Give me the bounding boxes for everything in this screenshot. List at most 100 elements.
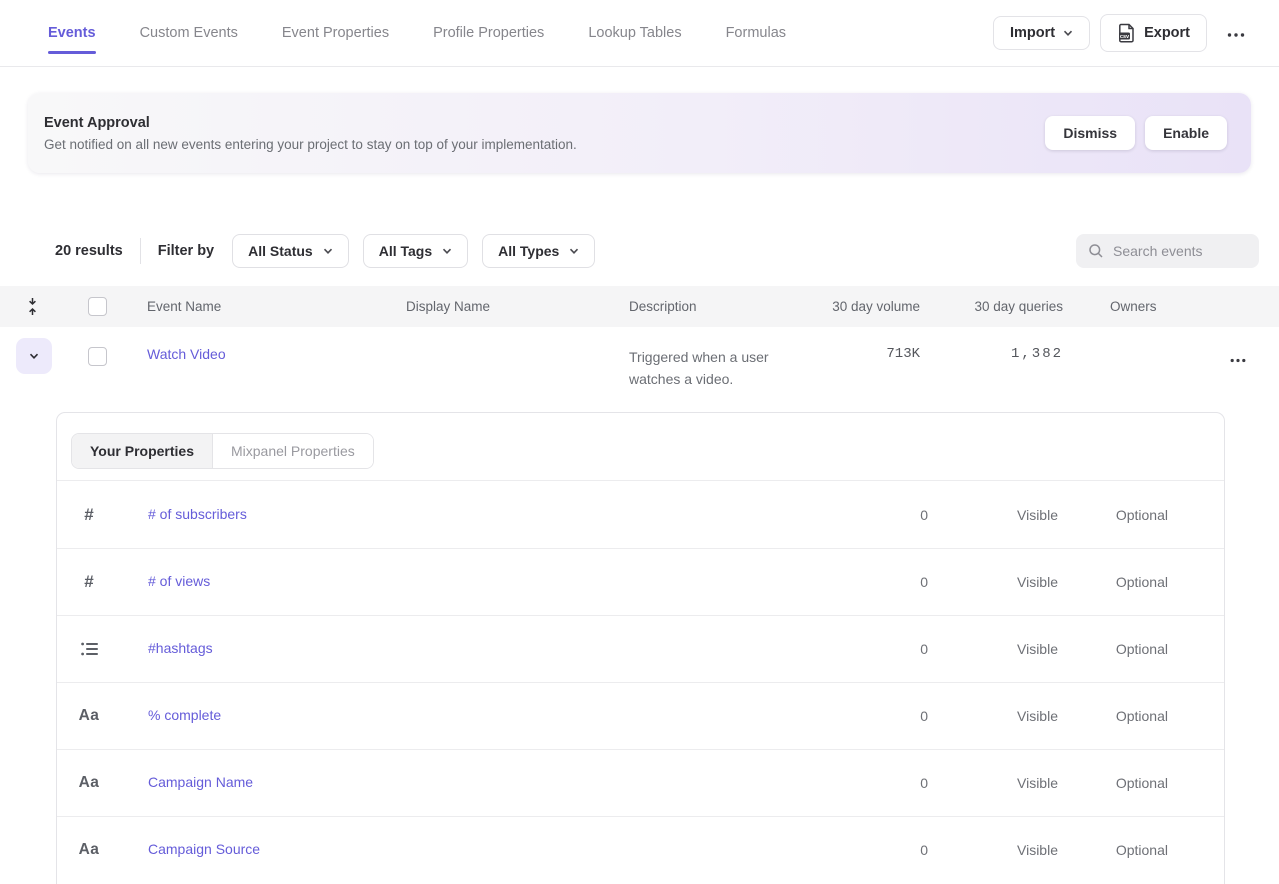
banner-title: Event Approval — [44, 115, 577, 131]
event-display-name — [406, 327, 629, 346]
property-value: 0 — [808, 507, 928, 523]
tab-events[interactable]: Events — [48, 0, 96, 66]
types-filter-label: All Types — [498, 243, 559, 259]
property-name-link[interactable]: Campaign Name — [148, 774, 253, 790]
text-type-icon: Aa — [57, 707, 121, 725]
types-filter-dropdown[interactable]: All Types — [482, 234, 595, 268]
export-button[interactable]: csv Export — [1100, 14, 1207, 52]
property-visibility: Visible — [928, 775, 1058, 791]
property-row: # # of views 0 Visible Optional — [57, 548, 1224, 615]
event-owners — [1063, 327, 1230, 346]
chevron-down-icon — [569, 246, 579, 256]
chevron-down-icon — [29, 351, 39, 361]
event-name-link[interactable]: Watch Video — [147, 346, 226, 362]
properties-panel: Your Properties Mixpanel Properties # # … — [56, 412, 1225, 884]
enable-button[interactable]: Enable — [1145, 116, 1227, 150]
filter-by-label: Filter by — [158, 243, 214, 259]
column-30-day-volume[interactable]: 30 day volume — [820, 299, 920, 314]
svg-text:csv: csv — [1120, 34, 1130, 40]
column-description[interactable]: Description — [629, 299, 820, 314]
event-30-day-volume: 713K — [820, 327, 920, 362]
tab-profile-properties[interactable]: Profile Properties — [433, 0, 544, 66]
property-visibility: Visible — [928, 507, 1058, 523]
export-button-label: Export — [1144, 25, 1190, 41]
results-count: 20 results — [55, 243, 123, 259]
event-description: Triggered when a user watches a video. — [629, 327, 820, 391]
tab-custom-events[interactable]: Custom Events — [140, 0, 238, 66]
property-value: 0 — [808, 842, 928, 858]
collapse-all-icon[interactable] — [25, 297, 40, 316]
row-more-options-button[interactable] — [1230, 351, 1246, 366]
property-name-link[interactable]: # of subscribers — [148, 506, 247, 522]
tab-mixpanel-properties[interactable]: Mixpanel Properties — [212, 434, 373, 468]
nav-actions: Import csv Export — [993, 14, 1255, 52]
divider — [140, 238, 141, 264]
property-requirement: Optional — [1058, 842, 1168, 858]
banner-text: Event Approval Get notified on all new e… — [44, 115, 577, 152]
text-type-icon: Aa — [57, 774, 121, 792]
status-filter-dropdown[interactable]: All Status — [232, 234, 349, 268]
property-name-link[interactable]: Campaign Source — [148, 841, 260, 857]
number-type-icon: # — [57, 572, 121, 592]
top-nav: Events Custom Events Event Properties Pr… — [0, 0, 1279, 67]
column-display-name[interactable]: Display Name — [406, 299, 629, 314]
chevron-down-icon — [323, 246, 333, 256]
column-30-day-queries[interactable]: 30 day queries — [920, 299, 1063, 314]
column-owners[interactable]: Owners — [1063, 299, 1230, 314]
filter-bar: 20 results Filter by All Status All Tags… — [55, 233, 1259, 269]
import-button-label: Import — [1010, 25, 1055, 41]
row-checkbox[interactable] — [88, 347, 107, 366]
column-event-name[interactable]: Event Name — [130, 299, 406, 314]
csv-file-icon: csv — [1117, 23, 1136, 43]
import-button[interactable]: Import — [993, 16, 1090, 50]
chevron-down-icon — [1063, 28, 1073, 38]
property-value: 0 — [808, 708, 928, 724]
property-visibility: Visible — [928, 708, 1058, 724]
tab-lookup-tables[interactable]: Lookup Tables — [588, 0, 681, 66]
property-row: Aa % complete 0 Visible Optional — [57, 682, 1224, 749]
events-table-header: Event Name Display Name Description 30 d… — [0, 286, 1279, 327]
tab-your-properties[interactable]: Your Properties — [72, 434, 212, 468]
status-filter-label: All Status — [248, 243, 313, 259]
property-value: 0 — [808, 574, 928, 590]
property-requirement: Optional — [1058, 641, 1168, 657]
event-approval-banner: Event Approval Get notified on all new e… — [28, 93, 1251, 173]
property-requirement: Optional — [1058, 708, 1168, 724]
search-icon — [1088, 243, 1104, 259]
property-requirement: Optional — [1058, 775, 1168, 791]
property-value: 0 — [808, 775, 928, 791]
property-name-link[interactable]: #hashtags — [148, 640, 213, 656]
property-row: #hashtags 0 Visible Optional — [57, 615, 1224, 682]
property-row: # # of subscribers 0 Visible Optional — [57, 481, 1224, 548]
tags-filter-dropdown[interactable]: All Tags — [363, 234, 468, 268]
more-options-icon — [1230, 358, 1246, 363]
table-row: Watch Video Triggered when a user watche… — [0, 327, 1279, 402]
banner-section: Event Approval Get notified on all new e… — [0, 67, 1279, 173]
tags-filter-label: All Tags — [379, 243, 432, 259]
property-visibility: Visible — [928, 574, 1058, 590]
more-options-button[interactable] — [1217, 20, 1255, 47]
banner-actions: Dismiss Enable — [1045, 116, 1227, 150]
chevron-down-icon — [442, 246, 452, 256]
property-row: Aa Campaign Source 0 Visible Optional — [57, 816, 1224, 883]
more-options-icon — [1227, 32, 1245, 38]
search-events-box[interactable] — [1076, 234, 1259, 268]
tab-formulas[interactable]: Formulas — [726, 0, 786, 66]
property-name-link[interactable]: % complete — [148, 707, 221, 723]
collapse-row-button[interactable] — [16, 338, 52, 374]
number-type-icon: # — [57, 505, 121, 525]
property-requirement: Optional — [1058, 507, 1168, 523]
property-visibility: Visible — [928, 641, 1058, 657]
properties-tabs-row: Your Properties Mixpanel Properties — [57, 413, 1224, 481]
property-name-link[interactable]: # of views — [148, 573, 210, 589]
properties-tab-switch: Your Properties Mixpanel Properties — [71, 433, 374, 469]
select-all-checkbox[interactable] — [88, 297, 107, 316]
dismiss-button[interactable]: Dismiss — [1045, 116, 1135, 150]
search-input[interactable] — [1113, 243, 1243, 259]
banner-description: Get notified on all new events entering … — [44, 137, 577, 152]
property-visibility: Visible — [928, 842, 1058, 858]
tab-event-properties[interactable]: Event Properties — [282, 0, 389, 66]
property-requirement: Optional — [1058, 574, 1168, 590]
list-type-icon — [81, 642, 98, 656]
nav-tabs: Events Custom Events Event Properties Pr… — [48, 0, 786, 66]
